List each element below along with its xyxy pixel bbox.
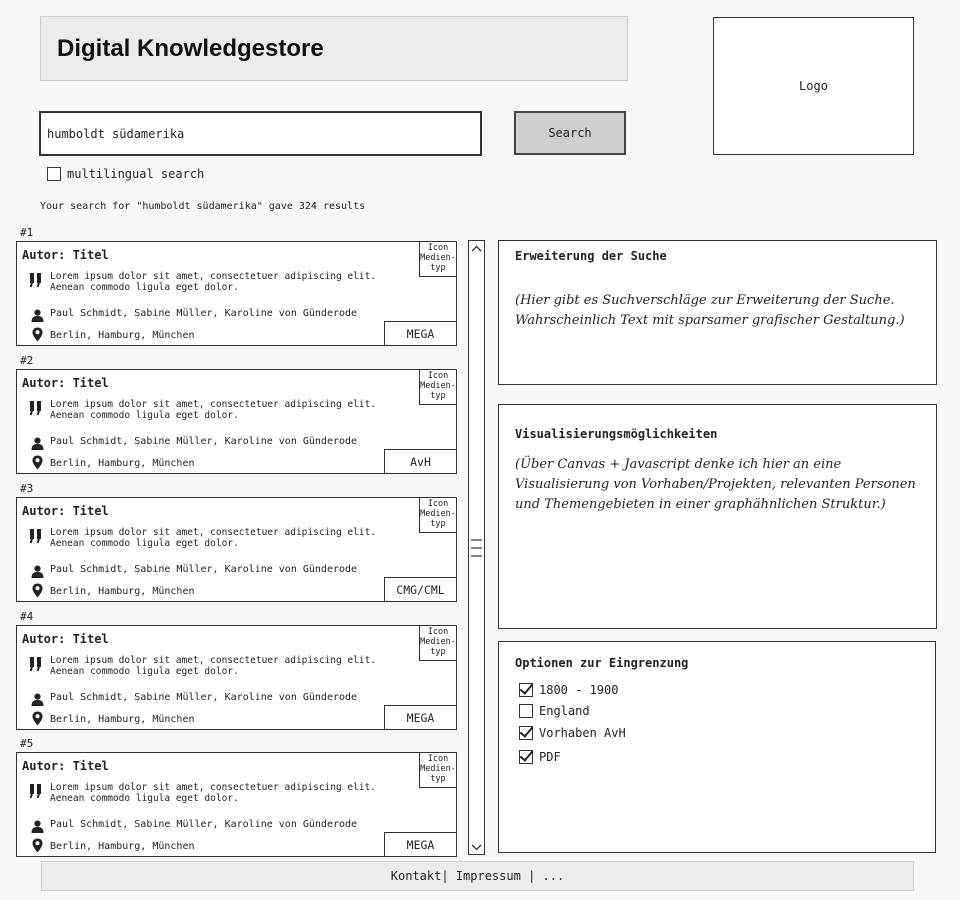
logo-placeholder: Logo xyxy=(713,17,914,155)
scroll-grip-icon[interactable] xyxy=(471,536,482,560)
filter-checkbox[interactable] xyxy=(519,704,533,718)
search-extension-title: Erweiterung der Suche xyxy=(515,249,667,263)
quote-icon xyxy=(29,783,43,799)
result-source-badge: MEGA xyxy=(384,832,457,857)
person-icon xyxy=(31,563,44,578)
search-button[interactable]: Search xyxy=(514,111,626,155)
filter-option[interactable]: England xyxy=(519,704,590,718)
result-source-badge: CMG/CML xyxy=(384,577,457,602)
filter-option-label: PDF xyxy=(539,750,561,764)
location-pin-icon xyxy=(32,455,43,470)
quote-icon xyxy=(29,656,43,672)
result-number: #1 xyxy=(20,226,34,239)
result-number: #3 xyxy=(20,482,34,495)
footer-link-impressum[interactable]: Impressum xyxy=(456,869,521,883)
filter-option[interactable]: Vorhaben AvH xyxy=(519,726,626,740)
person-icon xyxy=(31,435,44,450)
quote-icon xyxy=(29,400,43,416)
result-title[interactable]: Autor: Titel xyxy=(22,248,109,262)
result-persons: Paul Schmidt, Sabine Müller, Karoline vo… xyxy=(50,564,358,575)
filter-checkbox[interactable] xyxy=(519,683,533,697)
result-excerpt: Lorem ipsum dolor sit amet, consectetuer… xyxy=(50,655,377,677)
media-type-icon: Icon Medien-typ xyxy=(419,369,457,405)
result-source-badge: MEGA xyxy=(384,321,457,346)
logo-label: Logo xyxy=(799,79,828,93)
filter-option[interactable]: 1800 - 1900 xyxy=(519,683,618,697)
chevron-up-icon[interactable] xyxy=(469,241,484,255)
multilingual-option[interactable]: multilingual search xyxy=(47,167,204,181)
result-places: Berlin, Hamburg, München xyxy=(50,330,195,341)
visualization-text: (Über Canvas + Javascript denke ich hier… xyxy=(515,457,916,512)
result-number: #2 xyxy=(20,354,34,367)
result-source-badge: AvH xyxy=(384,449,457,474)
result-places: Berlin, Hamburg, München xyxy=(50,586,195,597)
media-type-icon: Icon Medien-typ xyxy=(419,497,457,533)
search-extension-panel: Erweiterung der Suche (Hier gibt es Such… xyxy=(498,240,937,385)
result-places: Berlin, Hamburg, München xyxy=(50,841,195,852)
quote-icon xyxy=(29,528,43,544)
result-places: Berlin, Hamburg, München xyxy=(50,458,195,469)
results-scrollbar[interactable] xyxy=(468,240,485,855)
multilingual-label: multilingual search xyxy=(67,167,205,181)
person-icon xyxy=(31,818,44,833)
search-input[interactable] xyxy=(39,111,482,156)
result-title[interactable]: Autor: Titel xyxy=(22,376,109,390)
filter-option-label: Vorhaben AvH xyxy=(539,726,626,740)
result-excerpt: Lorem ipsum dolor sit amet, consectetuer… xyxy=(50,782,377,804)
page-title: Digital Knowledgestore xyxy=(57,35,324,62)
search-extension-text: (Hier gibt es Suchverschläge zur Erweite… xyxy=(515,293,905,328)
location-pin-icon xyxy=(32,327,43,342)
multilingual-checkbox[interactable] xyxy=(47,167,61,181)
filter-checkbox[interactable] xyxy=(519,726,533,740)
visualization-panel: Visualisierungsmöglichkeiten (Über Canva… xyxy=(498,404,937,629)
result-excerpt: Lorem ipsum dolor sit amet, consectetuer… xyxy=(50,527,377,549)
result-title[interactable]: Autor: Titel xyxy=(22,504,109,518)
filter-checkbox[interactable] xyxy=(519,750,533,764)
result-card[interactable]: Autor: Titel Icon Medien-typ Lorem ipsum d… xyxy=(16,497,457,602)
filter-panel: Optionen zur Eingrenzung 1800 - 1900 Engl… xyxy=(498,641,936,853)
result-card[interactable]: Autor: Titel Icon Medien-typ Lorem ipsum d… xyxy=(16,625,457,730)
filter-title: Optionen zur Eingrenzung xyxy=(515,656,689,670)
location-pin-icon xyxy=(32,838,43,853)
visualization-title: Visualisierungsmöglichkeiten xyxy=(515,427,718,441)
result-excerpt: Lorem ipsum dolor sit amet, consectetuer… xyxy=(50,399,377,421)
result-title[interactable]: Autor: Titel xyxy=(22,632,109,646)
filter-option[interactable]: PDF xyxy=(519,750,561,764)
result-card[interactable]: Autor: Titel Icon Medien-typ Lorem ipsum d… xyxy=(16,369,457,474)
result-number: #5 xyxy=(20,737,34,750)
result-persons: Paul Schmidt, Sabine Müller, Karoline vo… xyxy=(50,819,358,830)
result-title[interactable]: Autor: Titel xyxy=(22,759,109,773)
location-pin-icon xyxy=(32,583,43,598)
location-pin-icon xyxy=(32,711,43,726)
result-card[interactable]: Autor: Titel Icon Medien-typ Lorem ipsum d… xyxy=(16,241,457,346)
header-banner: Digital Knowledgestore xyxy=(40,16,628,81)
result-persons: Paul Schmidt, Sabine Müller, Karoline vo… xyxy=(50,436,358,447)
filter-option-label: England xyxy=(539,704,590,718)
result-summary: Your search for "humboldt südamerika" ga… xyxy=(40,201,366,212)
person-icon xyxy=(31,691,44,706)
footer-link-kontakt[interactable]: Kontakt xyxy=(391,869,442,883)
result-source-badge: MEGA xyxy=(384,705,457,730)
footer: Kontakt | Impressum | ... xyxy=(41,861,914,891)
media-type-icon: Icon Medien-typ xyxy=(419,241,457,277)
media-type-icon: Icon Medien-typ xyxy=(419,752,457,788)
result-places: Berlin, Hamburg, München xyxy=(50,714,195,725)
media-type-icon: Icon Medien-typ xyxy=(419,625,457,661)
result-excerpt: Lorem ipsum dolor sit amet, consectetuer… xyxy=(50,271,377,293)
result-persons: Paul Schmidt, Sabine Müller, Karoline vo… xyxy=(50,692,358,703)
result-persons: Paul Schmidt, Sabine Müller, Karoline vo… xyxy=(50,308,358,319)
filter-option-label: 1800 - 1900 xyxy=(539,683,619,697)
result-number: #4 xyxy=(20,610,34,623)
footer-separator: | xyxy=(441,869,456,883)
quote-icon xyxy=(29,272,43,288)
footer-separator: | xyxy=(520,869,543,883)
person-icon xyxy=(31,307,44,322)
footer-link-more[interactable]: ... xyxy=(543,869,565,883)
result-card[interactable]: Autor: Titel Icon Medien-typ Lorem ipsum d… xyxy=(16,752,457,857)
chevron-down-icon[interactable] xyxy=(469,840,484,854)
